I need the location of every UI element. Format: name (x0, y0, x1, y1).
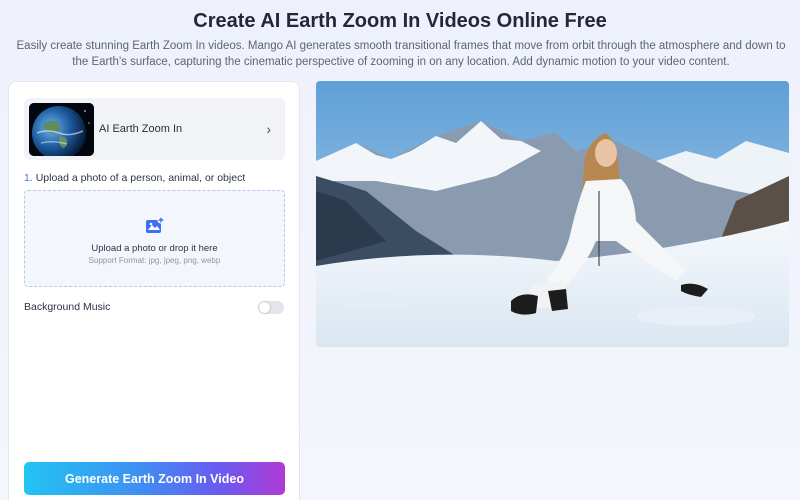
step-text: Upload a photo of a person, animal, or o… (35, 172, 246, 184)
preview-image (316, 81, 789, 347)
image-add-icon (145, 216, 165, 239)
upload-formats: Support Format: jpg, jpeg, png, webp (88, 256, 221, 265)
chevron-right-icon: › (266, 121, 271, 137)
settings-panel: AI Earth Zoom In › 1. Upload a photo of … (8, 81, 300, 500)
upload-text: Upload a photo or drop it here (91, 243, 218, 254)
snow-mountain-photo (316, 81, 789, 347)
upload-dropzone[interactable]: Upload a photo or drop it here Support F… (24, 190, 285, 287)
background-music-toggle[interactable] (258, 301, 284, 314)
generate-button[interactable]: Generate Earth Zoom In Video (24, 462, 285, 495)
background-music-label: Background Music (24, 301, 111, 313)
toggle-knob (259, 302, 270, 313)
page-subtitle: Easily create stunning Earth Zoom In vid… (16, 40, 786, 68)
page-title: Create AI Earth Zoom In Videos Online Fr… (193, 10, 607, 32)
upload-step-label: 1. Upload a photo of a person, animal, o… (24, 172, 245, 184)
earth-thumbnail (29, 102, 94, 156)
model-label: AI Earth Zoom In (99, 123, 183, 135)
model-selector[interactable]: AI Earth Zoom In › (24, 98, 285, 160)
step-number: 1. (24, 172, 33, 184)
